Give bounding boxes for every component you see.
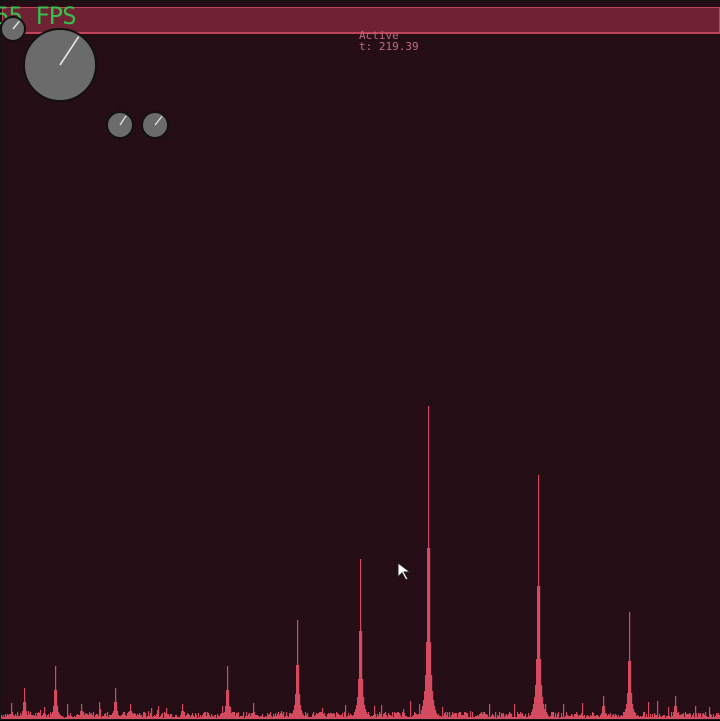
spectrum-bin	[514, 704, 516, 719]
dial-aux-2[interactable]	[141, 111, 171, 141]
spectrum-bin	[558, 712, 560, 719]
spectrum-bin	[495, 712, 497, 719]
status-readout: Active t: 219.39	[359, 30, 419, 52]
spectrum-bin	[381, 705, 383, 719]
spectrum-bin	[657, 701, 659, 719]
spectrum-bin	[345, 705, 347, 719]
time-readout: t: 219.39	[359, 40, 419, 53]
dial-main[interactable]	[21, 27, 101, 107]
spectrum-bin	[243, 712, 245, 719]
spectrum-bin	[410, 701, 412, 719]
spectrum-bin	[563, 704, 565, 719]
frequency-spectrum	[1, 406, 720, 719]
mouse-pointer-icon	[397, 562, 412, 581]
visualizer-canvas[interactable]: 55 FPS Active t: 219.39	[0, 0, 720, 720]
spectrum-bin	[648, 702, 650, 719]
dial-aux-1[interactable]	[105, 111, 135, 141]
spectrum-bin	[489, 704, 491, 719]
